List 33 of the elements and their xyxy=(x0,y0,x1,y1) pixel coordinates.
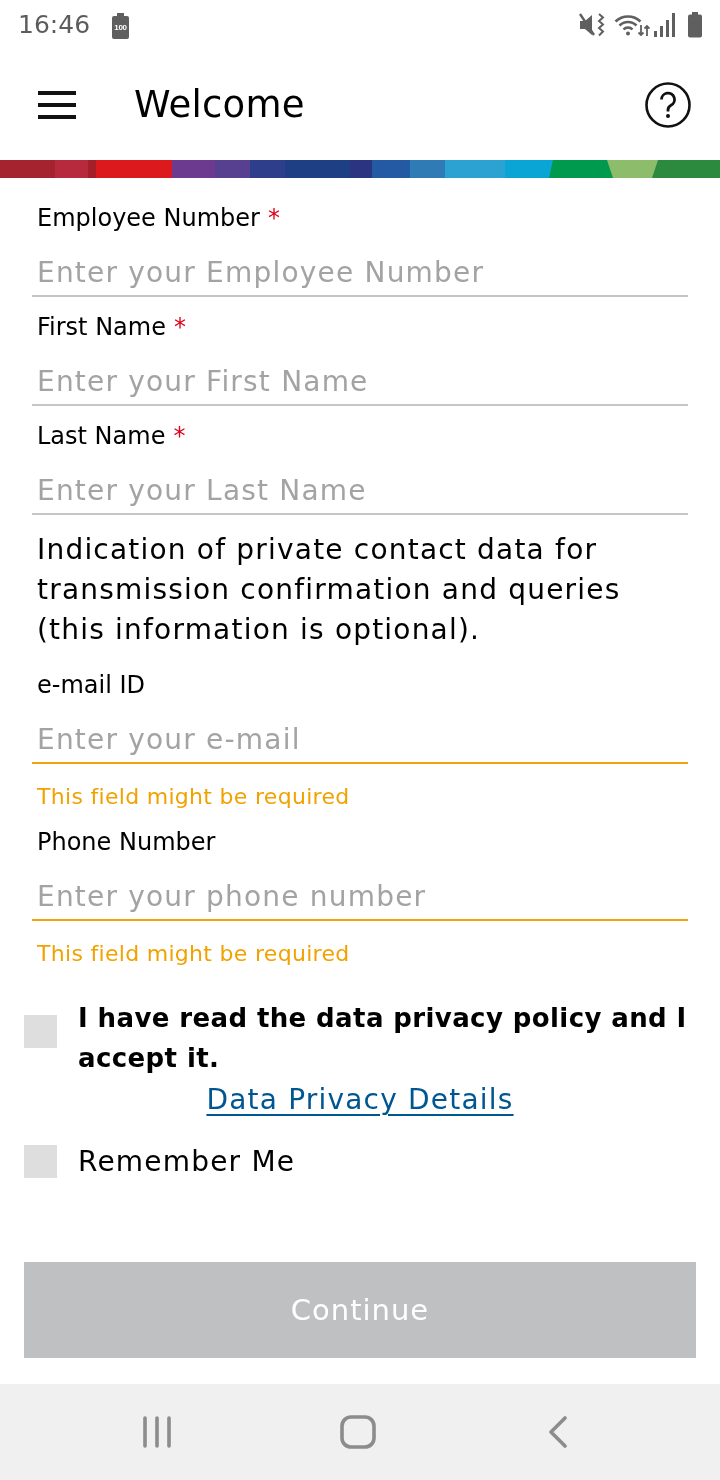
input-field[interactable]: Enter your phone number xyxy=(32,857,688,921)
checkbox-label: Remember Me xyxy=(78,1144,296,1180)
signal-icon xyxy=(653,12,677,38)
required-asterisk: * xyxy=(267,203,280,233)
muted-vibrate-icon xyxy=(578,12,606,38)
status-time: 16:46 xyxy=(18,10,91,40)
field-label: Employee Number xyxy=(37,203,260,233)
battery-icon xyxy=(687,12,703,38)
menu-icon[interactable] xyxy=(38,91,76,119)
recents-icon[interactable] xyxy=(141,1416,173,1448)
checkbox-label: I have read the data privacy policy and I accept it. xyxy=(78,1002,688,1075)
input-field[interactable]: Enter your Last Name xyxy=(32,451,688,515)
warning-message: This field might be required xyxy=(36,783,351,811)
wifi-icon xyxy=(614,12,650,38)
home-icon[interactable] xyxy=(340,1415,376,1449)
required-asterisk: * xyxy=(173,312,186,342)
field-label: First Name xyxy=(37,312,166,342)
field-label: e-mail ID xyxy=(37,670,146,700)
checkbox[interactable] xyxy=(24,1145,57,1178)
checkbox[interactable] xyxy=(24,1015,57,1048)
input-field[interactable]: Enter your e-mail xyxy=(32,700,688,764)
battery-level-badge: 100 xyxy=(112,15,130,39)
back-icon[interactable] xyxy=(548,1416,568,1448)
privacy-details-link[interactable]: Data Privacy Details xyxy=(206,1080,514,1120)
help-icon[interactable] xyxy=(645,82,691,128)
input-field[interactable]: Enter your First Name xyxy=(32,342,688,406)
field-label: Phone Number xyxy=(37,827,216,857)
input-field[interactable]: Enter your Employee Number xyxy=(32,233,688,297)
page-title: Welcome xyxy=(134,83,305,127)
contact-note: Indication of private contact data for transmission confirmation and queries (this information is optional). xyxy=(36,532,622,648)
required-asterisk: * xyxy=(173,421,186,451)
field-label: Last Name xyxy=(37,421,166,451)
warning-message: This field might be required xyxy=(36,940,351,968)
